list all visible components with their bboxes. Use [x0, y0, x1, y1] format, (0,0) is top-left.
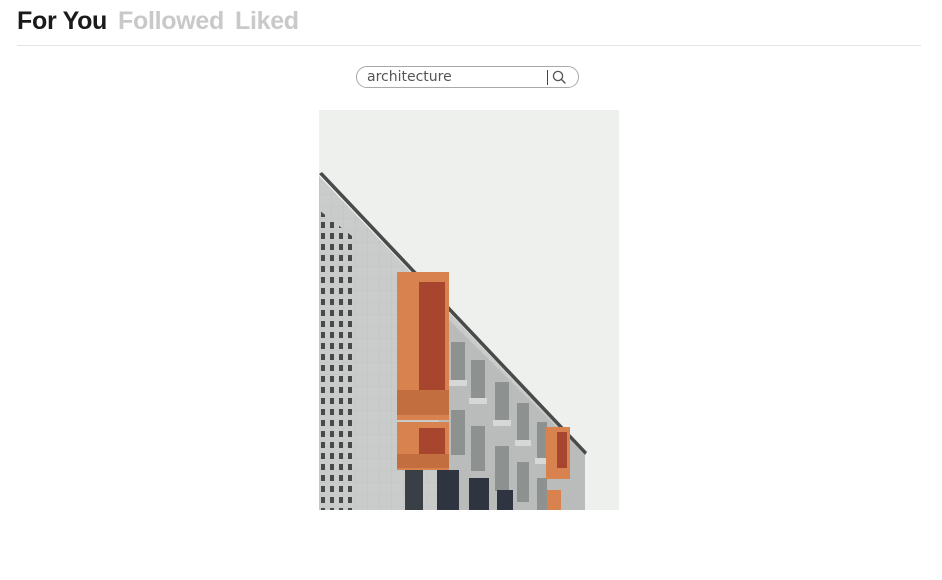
tabs-divider [17, 45, 921, 46]
tab-for-you[interactable]: For You [17, 6, 107, 36]
search-bar [356, 66, 579, 88]
tab-liked[interactable]: Liked [235, 6, 299, 36]
tab-followed[interactable]: Followed [118, 6, 224, 36]
page: For You Followed Liked [0, 0, 942, 580]
search-input[interactable] [367, 68, 545, 86]
architecture-photo[interactable] [319, 110, 619, 510]
building-illustration [319, 110, 619, 510]
search-icon [552, 70, 566, 84]
feed-tabs: For You Followed Liked [17, 6, 299, 36]
search-button[interactable] [548, 67, 570, 87]
